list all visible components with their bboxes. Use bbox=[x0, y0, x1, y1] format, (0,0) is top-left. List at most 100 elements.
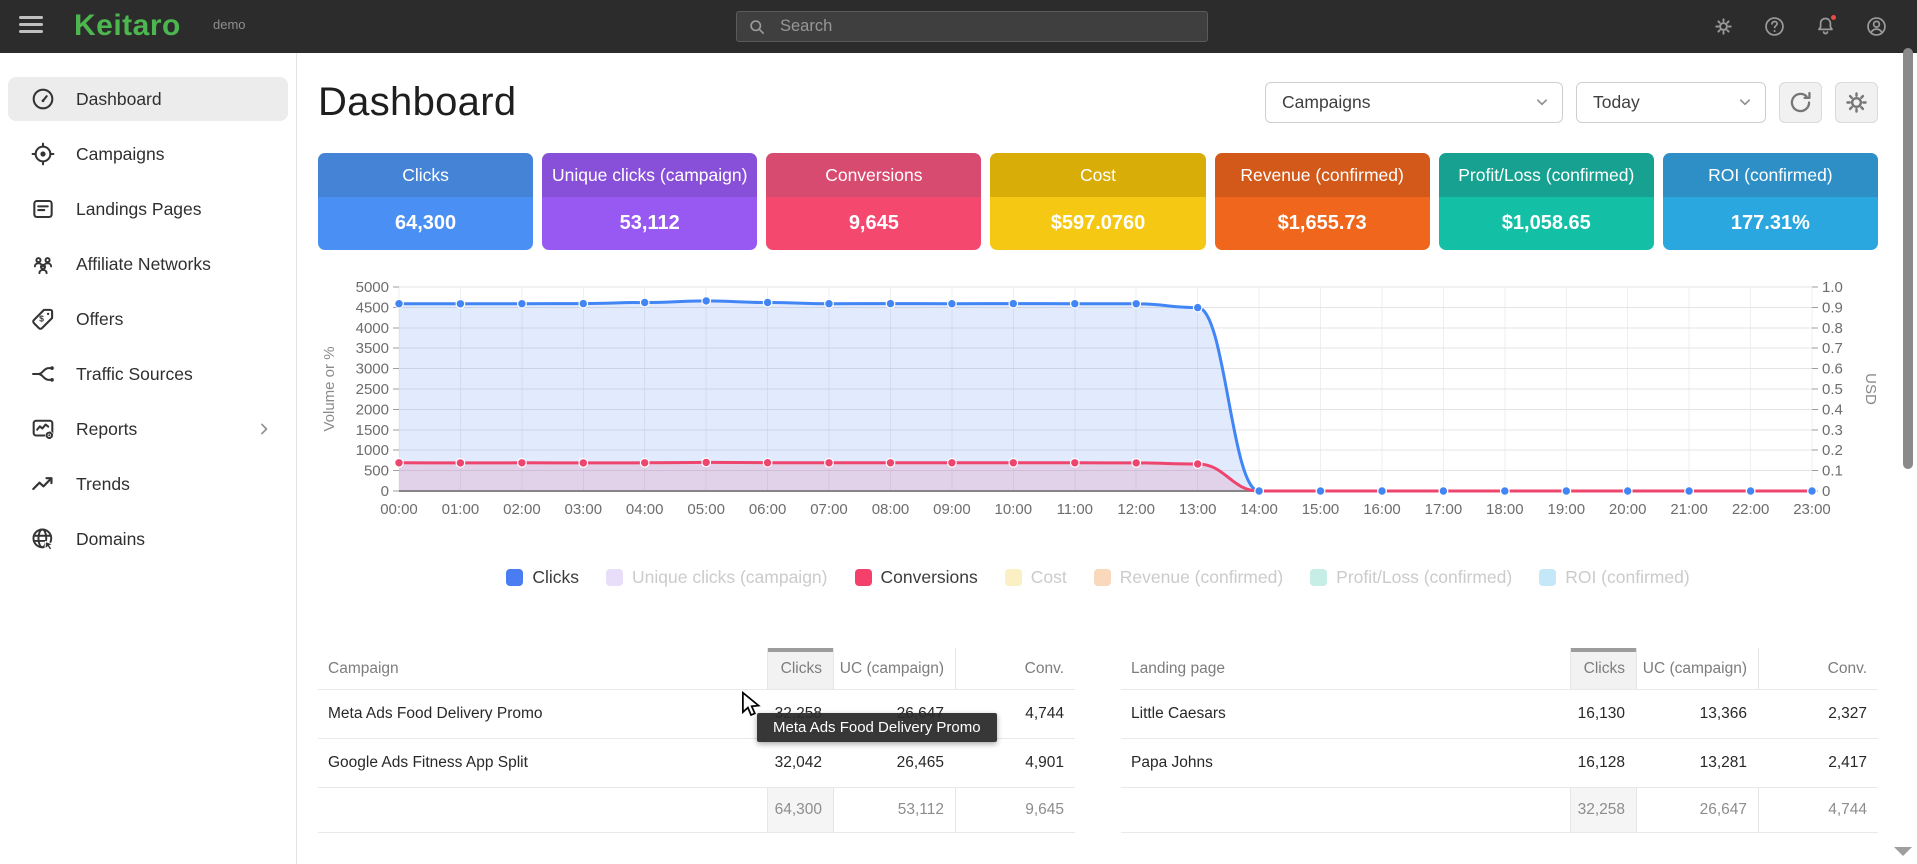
legend-item-unique-clicks-campaign-[interactable]: Unique clicks (campaign) bbox=[606, 567, 828, 588]
row-name-cell: Meta Ads Food Delivery Promo bbox=[318, 690, 767, 738]
svg-text:23:00: 23:00 bbox=[1793, 501, 1831, 518]
user-icon[interactable] bbox=[1865, 15, 1888, 38]
sidebar-item-campaigns[interactable]: Campaigns bbox=[8, 132, 288, 176]
traffic-chart: 005000.110000.215000.320000.425000.53000… bbox=[318, 279, 1878, 535]
page-scrollbar[interactable] bbox=[1903, 48, 1913, 469]
row-tooltip: Meta Ads Food Delivery Promo bbox=[757, 713, 997, 742]
svg-text:06:00: 06:00 bbox=[749, 501, 787, 518]
svg-text:19:00: 19:00 bbox=[1548, 501, 1586, 518]
svg-text:14:00: 14:00 bbox=[1240, 501, 1278, 518]
row-name-cell: Little Caesars bbox=[1121, 690, 1570, 738]
legend-label: Revenue (confirmed) bbox=[1120, 567, 1283, 588]
stat-cards: Clicks64,300Unique clicks (campaign)53,1… bbox=[318, 153, 1878, 250]
stat-card-value: 177.31% bbox=[1663, 197, 1878, 250]
svg-text:07:00: 07:00 bbox=[810, 501, 848, 518]
legend-label: Clicks bbox=[532, 567, 579, 588]
svg-text:20:00: 20:00 bbox=[1609, 501, 1647, 518]
campaigns-filter-select[interactable]: Campaigns bbox=[1265, 82, 1563, 123]
refresh-button[interactable] bbox=[1779, 82, 1822, 123]
svg-text:3000: 3000 bbox=[356, 361, 389, 378]
scroll-down-arrow-icon[interactable] bbox=[1894, 847, 1912, 856]
row-value-cell: 2,417 bbox=[1758, 739, 1878, 787]
row-value-cell: 13,281 bbox=[1636, 739, 1758, 787]
legend-swatch bbox=[606, 569, 623, 586]
dashboard-settings-button[interactable] bbox=[1835, 82, 1878, 123]
row-value-cell: 13,366 bbox=[1636, 690, 1758, 738]
stat-card-roi-confirmed-[interactable]: ROI (confirmed)177.31% bbox=[1663, 153, 1878, 250]
column-header-uc-campaign-[interactable]: UC (campaign) bbox=[833, 648, 955, 689]
search-box bbox=[736, 11, 1208, 42]
column-header-conv-[interactable]: Conv. bbox=[1758, 648, 1878, 689]
svg-text:Volume or %: Volume or % bbox=[321, 346, 338, 431]
tag-icon: $ bbox=[30, 306, 56, 332]
totals-value-cell: 9,645 bbox=[955, 788, 1075, 832]
main-header: Dashboard Campaigns Today bbox=[318, 79, 1878, 125]
svg-text:2000: 2000 bbox=[356, 401, 389, 418]
sidebar-item-label: Trends bbox=[76, 474, 130, 495]
stat-card-unique-clicks-campaign-[interactable]: Unique clicks (campaign)53,112 bbox=[542, 153, 757, 250]
svg-text:1.0: 1.0 bbox=[1822, 279, 1843, 296]
svg-text:00:00: 00:00 bbox=[380, 501, 418, 518]
row-value-cell: 32,042 bbox=[767, 739, 833, 787]
stat-card-clicks[interactable]: Clicks64,300 bbox=[318, 153, 533, 250]
legend-label: Cost bbox=[1031, 567, 1067, 588]
legend-item-roi-confirmed-[interactable]: ROI (confirmed) bbox=[1539, 567, 1689, 588]
table-totals-row: 64,30053,1129,645 bbox=[318, 788, 1075, 833]
svg-text:0: 0 bbox=[1822, 483, 1830, 500]
svg-text:01:00: 01:00 bbox=[442, 501, 480, 518]
stat-card-revenue-confirmed-[interactable]: Revenue (confirmed)$1,655.73 bbox=[1215, 153, 1430, 250]
target-icon bbox=[30, 141, 56, 167]
gear-icon[interactable] bbox=[1712, 15, 1735, 38]
column-header-landing-page[interactable]: Landing page bbox=[1121, 648, 1570, 689]
stat-card-label: Profit/Loss (confirmed) bbox=[1439, 153, 1654, 197]
table-row[interactable]: Google Ads Fitness App Split32,04226,465… bbox=[318, 739, 1075, 788]
sidebar-item-dashboard[interactable]: Dashboard bbox=[8, 77, 288, 121]
sidebar-item-landings-pages[interactable]: Landings Pages bbox=[8, 187, 288, 231]
sidebar-item-traffic-sources[interactable]: Traffic Sources bbox=[8, 352, 288, 396]
svg-text:4000: 4000 bbox=[356, 320, 389, 337]
help-icon[interactable] bbox=[1763, 15, 1786, 38]
legend-item-revenue-confirmed-[interactable]: Revenue (confirmed) bbox=[1094, 567, 1283, 588]
totals-value-cell: 53,112 bbox=[833, 788, 955, 832]
column-header-conv-[interactable]: Conv. bbox=[955, 648, 1075, 689]
column-header-campaign[interactable]: Campaign bbox=[318, 648, 767, 689]
date-range-select[interactable]: Today bbox=[1576, 82, 1766, 123]
sidebar-item-label: Reports bbox=[76, 419, 137, 440]
svg-text:0.3: 0.3 bbox=[1822, 422, 1843, 439]
svg-text:21:00: 21:00 bbox=[1670, 501, 1708, 518]
globe-icon bbox=[30, 526, 56, 552]
sidebar-item-label: Landings Pages bbox=[76, 199, 202, 220]
column-header-clicks[interactable]: Clicks bbox=[1570, 648, 1636, 689]
sidebar-item-trends[interactable]: Trends bbox=[8, 462, 288, 506]
legend-item-conversions[interactable]: Conversions bbox=[855, 567, 978, 588]
stat-card-conversions[interactable]: Conversions9,645 bbox=[766, 153, 981, 250]
legend-item-profit-loss-confirmed-[interactable]: Profit/Loss (confirmed) bbox=[1310, 567, 1512, 588]
stat-card-label: Cost bbox=[990, 153, 1205, 197]
menu-icon[interactable] bbox=[19, 16, 43, 33]
totals-value-cell: 4,744 bbox=[1758, 788, 1878, 832]
svg-text:08:00: 08:00 bbox=[872, 501, 910, 518]
svg-text:0.7: 0.7 bbox=[1822, 340, 1843, 357]
app-logo[interactable]: Keitaro bbox=[74, 9, 181, 43]
search-input[interactable] bbox=[778, 16, 1197, 37]
bell-icon[interactable] bbox=[1814, 15, 1837, 38]
sidebar-item-reports[interactable]: Reports bbox=[8, 407, 288, 451]
sidebar-item-domains[interactable]: Domains bbox=[8, 517, 288, 561]
report-icon bbox=[30, 416, 56, 442]
column-header-clicks[interactable]: Clicks bbox=[767, 648, 833, 689]
main-content: Dashboard Campaigns Today Clicks64,300Un… bbox=[297, 53, 1917, 864]
sidebar-item-offers[interactable]: $Offers bbox=[8, 297, 288, 341]
column-header-uc-campaign-[interactable]: UC (campaign) bbox=[1636, 648, 1758, 689]
stat-card-profit-loss-confirmed-[interactable]: Profit/Loss (confirmed)$1,058.65 bbox=[1439, 153, 1654, 250]
legend-item-cost[interactable]: Cost bbox=[1005, 567, 1067, 588]
row-name-cell: Google Ads Fitness App Split bbox=[318, 739, 767, 787]
stat-card-value: $597.0760 bbox=[990, 197, 1205, 250]
table-row[interactable]: Little Caesars16,13013,3662,327 bbox=[1121, 690, 1878, 739]
legend-item-clicks[interactable]: Clicks bbox=[506, 567, 579, 588]
svg-text:05:00: 05:00 bbox=[687, 501, 725, 518]
stat-card-cost[interactable]: Cost$597.0760 bbox=[990, 153, 1205, 250]
stat-card-value: 64,300 bbox=[318, 197, 533, 250]
table-row[interactable]: Papa Johns16,12813,2812,417 bbox=[1121, 739, 1878, 788]
row-value-cell: 2,327 bbox=[1758, 690, 1878, 738]
sidebar-item-affiliate-networks[interactable]: Affiliate Networks bbox=[8, 242, 288, 286]
